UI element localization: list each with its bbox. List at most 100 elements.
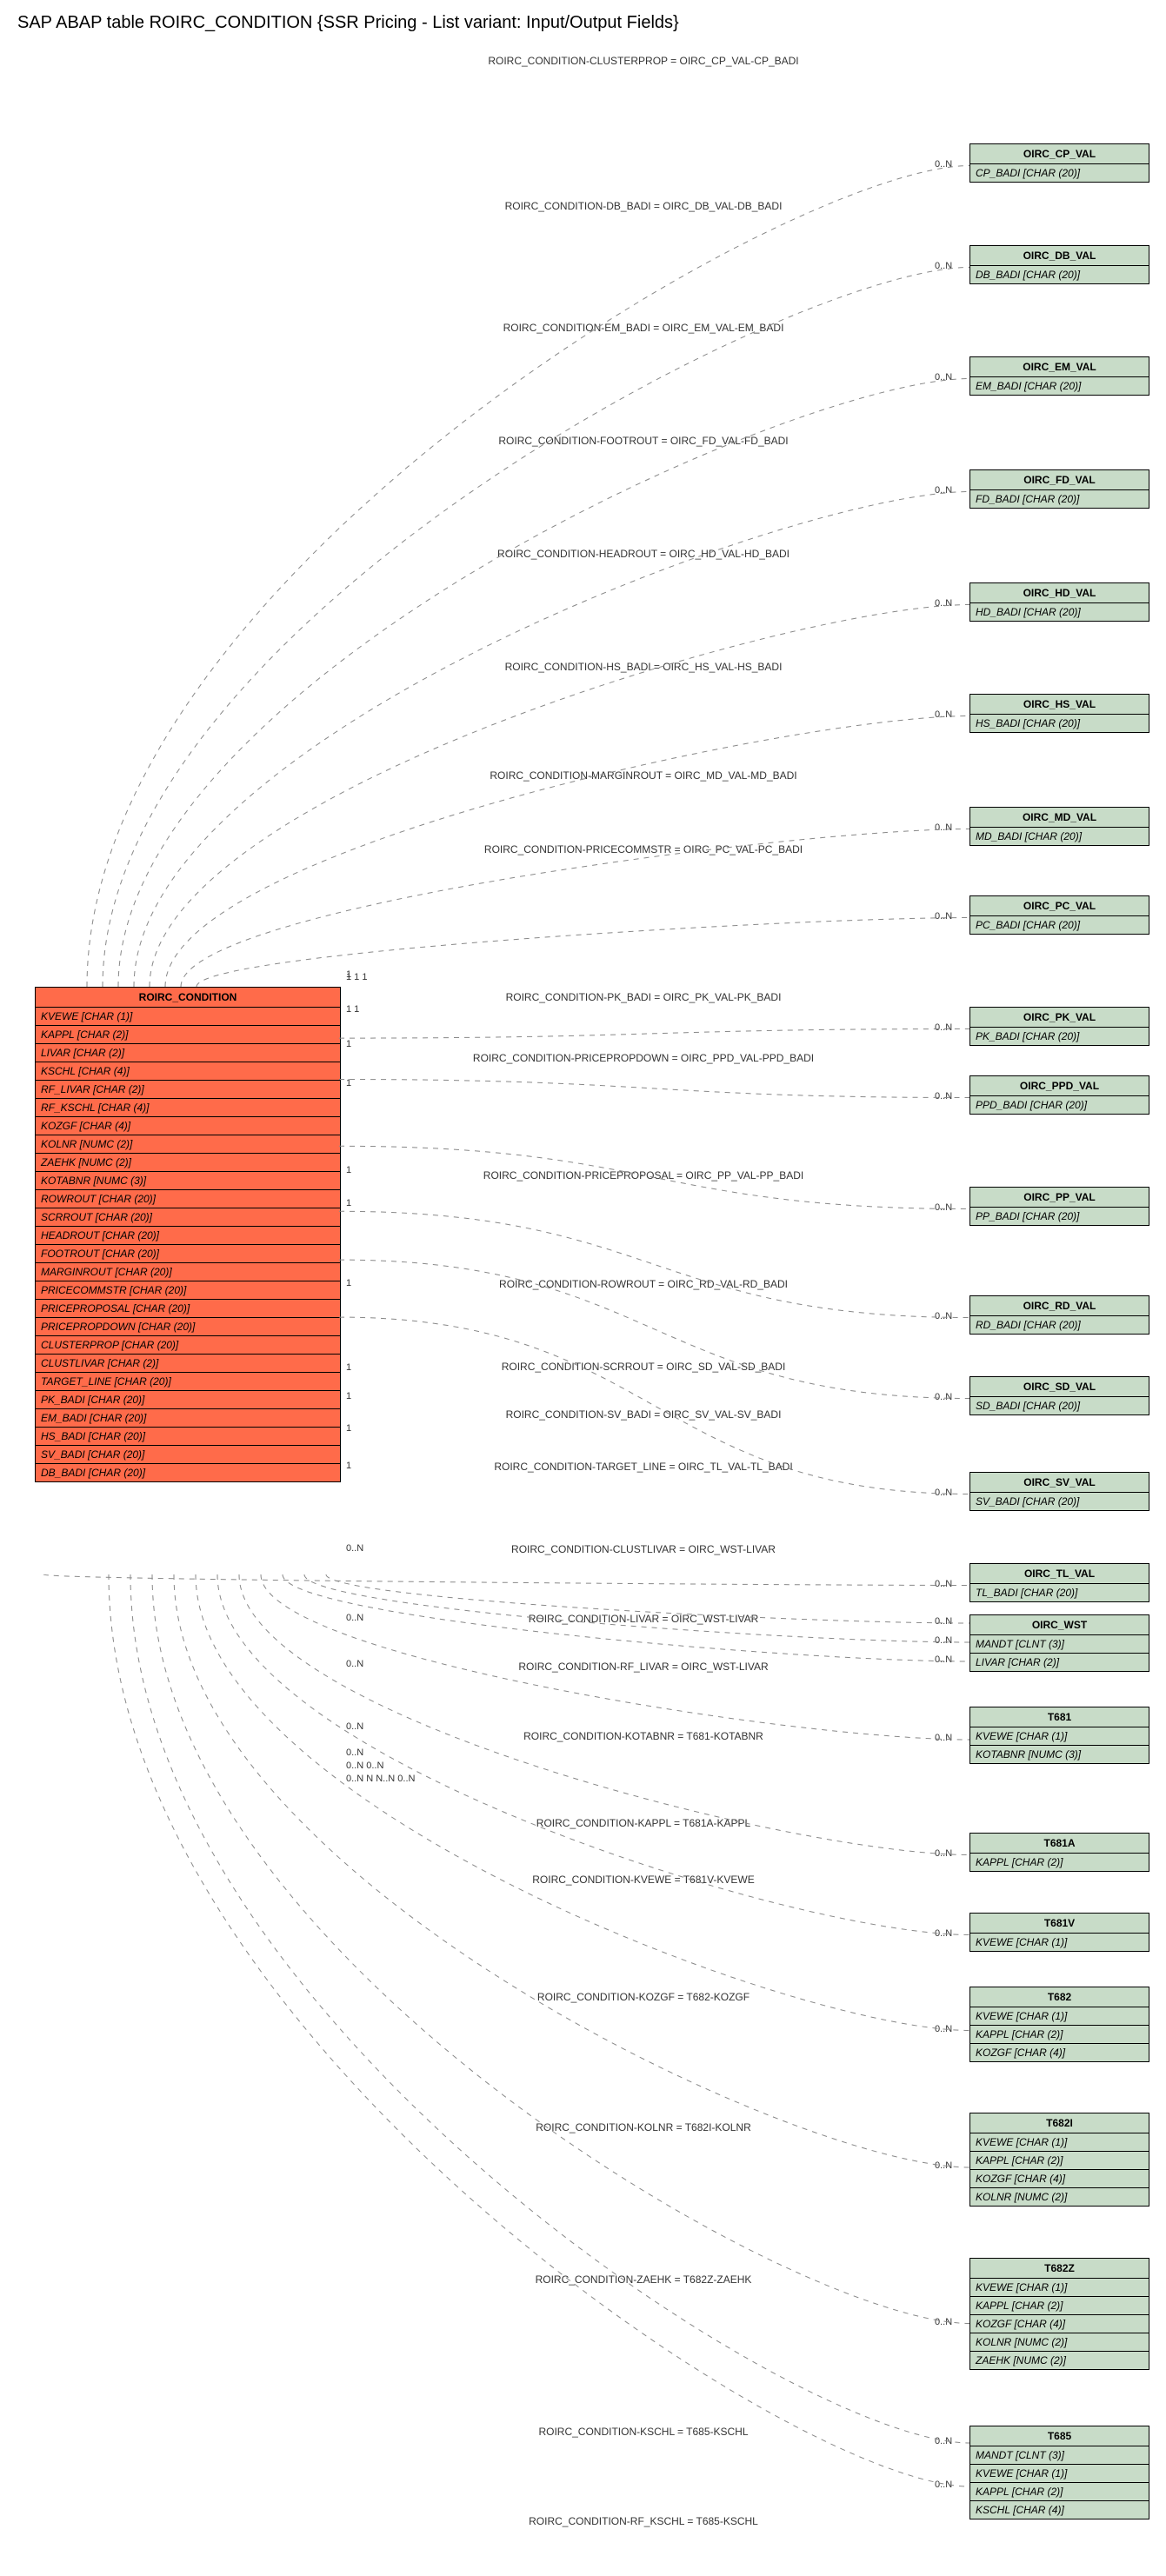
entity-field: KOZGF [CHAR (4)] xyxy=(970,2170,1149,2188)
edge-path xyxy=(103,268,969,988)
entity-header: T682Z xyxy=(970,2259,1149,2279)
entity-main-field: KOLNR [NUMC (2)] xyxy=(36,1135,340,1154)
cardinality-left: 1 xyxy=(346,1078,351,1088)
entity-field: MD_BADI [CHAR (20)] xyxy=(970,828,1149,845)
entity-main-field: CLUSTLIVAR [CHAR (2)] xyxy=(36,1355,340,1373)
cardinality-right: 0..N xyxy=(935,2160,952,2171)
cardinality-right: 0..N xyxy=(935,709,952,720)
edge-label: ROIRC_CONDITION-KAPPL = T681A-KAPPL xyxy=(536,1817,750,1829)
edge-label: ROIRC_CONDITION-SCRROUT = OIRC_SD_VAL-SD… xyxy=(502,1361,786,1373)
edge-label: ROIRC_CONDITION-KOTABNR = T681-KOTABNR xyxy=(523,1730,763,1742)
entity-field: SD_BADI [CHAR (20)] xyxy=(970,1397,1149,1414)
entity-main-field: SV_BADI [CHAR (20)] xyxy=(36,1446,340,1464)
entity-field: KVEWE [CHAR (1)] xyxy=(970,2279,1149,2297)
entity-header: T681V xyxy=(970,1914,1149,1934)
entity-header: OIRC_HD_VAL xyxy=(970,583,1149,603)
entity-field: KVEWE [CHAR (1)] xyxy=(970,2133,1149,2152)
entity-main-field: DB_BADI [CHAR (20)] xyxy=(36,1464,340,1481)
entity-header: T685 xyxy=(970,2426,1149,2446)
entity-field: KOLNR [NUMC (2)] xyxy=(970,2188,1149,2206)
cardinality-right: 0..N xyxy=(935,1733,952,1743)
cardinality-left: 1 xyxy=(346,1039,351,1049)
edge-path xyxy=(134,492,969,988)
edge-label: ROIRC_CONDITION-PK_BADI = OIRC_PK_VAL-PK… xyxy=(506,991,782,1003)
cardinality-right: 0..N xyxy=(935,1579,952,1589)
cardinality-left: 0..N N N..N 0..N xyxy=(346,1774,415,1784)
entity-field: KVEWE [CHAR (1)] xyxy=(970,1727,1149,1746)
entity-T685: T685MANDT [CLNT (3)]KVEWE [CHAR (1)]KAPP… xyxy=(969,2426,1149,2519)
entity-field: KAPPL [CHAR (2)] xyxy=(970,1854,1149,1871)
entity-OIRC_RD_VAL: OIRC_RD_VALRD_BADI [CHAR (20)] xyxy=(969,1295,1149,1335)
cardinality-left: 0..N xyxy=(346,1613,363,1623)
edge-label: ROIRC_CONDITION-MARGINROUT = OIRC_MD_VAL… xyxy=(490,769,796,782)
entity-header: T682 xyxy=(970,1987,1149,2007)
cardinality-left: 1 1 1 xyxy=(346,972,367,982)
cardinality-right: 0..N xyxy=(935,1635,952,1646)
entity-field: PK_BADI [CHAR (20)] xyxy=(970,1028,1149,1045)
entity-header: OIRC_RD_VAL xyxy=(970,1296,1149,1316)
entity-main-field: KVEWE [CHAR (1)] xyxy=(36,1008,340,1026)
cardinality-right: 0..N xyxy=(935,1311,952,1321)
edge-label: ROIRC_CONDITION-EM_BADI = OIRC_EM_VAL-EM… xyxy=(503,322,784,334)
entity-field: PC_BADI [CHAR (20)] xyxy=(970,916,1149,934)
entity-field: FD_BADI [CHAR (20)] xyxy=(970,490,1149,508)
edge-label: ROIRC_CONDITION-PRICECOMMSTR = OIRC_PC_V… xyxy=(484,843,803,855)
entity-main-field: ZAEHK [NUMC (2)] xyxy=(36,1154,340,1172)
entity-main-field: FOOTROUT [CHAR (20)] xyxy=(36,1245,340,1263)
entity-main-header: ROIRC_CONDITION xyxy=(36,988,340,1008)
entity-field: ZAEHK [NUMC (2)] xyxy=(970,2352,1149,2369)
edge-label: ROIRC_CONDITION-KSCHL = T685-KSCHL xyxy=(538,2426,748,2438)
cardinality-left: 1 xyxy=(346,1391,351,1401)
entity-T681A: T681AKAPPL [CHAR (2)] xyxy=(969,1833,1149,1872)
cardinality-right: 0..N xyxy=(935,2479,952,2490)
edge-label: ROIRC_CONDITION-ROWROUT = OIRC_RD_VAL-RD… xyxy=(499,1278,788,1290)
entity-OIRC_DB_VAL: OIRC_DB_VALDB_BADI [CHAR (20)] xyxy=(969,245,1149,284)
edge-path xyxy=(197,918,969,988)
edge-path xyxy=(118,379,969,988)
edge-path xyxy=(87,166,969,988)
entity-T681V: T681VKVEWE [CHAR (1)] xyxy=(969,1913,1149,1952)
entity-main-field: HEADROUT [CHAR (20)] xyxy=(36,1227,340,1245)
entity-field: LIVAR [CHAR (2)] xyxy=(970,1654,1149,1671)
cardinality-right: 0..N xyxy=(935,822,952,833)
entity-field: KVEWE [CHAR (1)] xyxy=(970,2465,1149,2483)
entity-header: OIRC_TL_VAL xyxy=(970,1564,1149,1584)
edge-label: ROIRC_CONDITION-KOZGF = T682-KOZGF xyxy=(537,1991,750,2003)
cardinality-left: 0..N xyxy=(346,1543,363,1554)
edge-label: ROIRC_CONDITION-KVEWE = T681V-KVEWE xyxy=(532,1874,755,1886)
edge-path xyxy=(109,1574,969,2486)
entity-main-field: HS_BADI [CHAR (20)] xyxy=(36,1428,340,1446)
entity-field: HS_BADI [CHAR (20)] xyxy=(970,715,1149,732)
entity-OIRC_SD_VAL: OIRC_SD_VALSD_BADI [CHAR (20)] xyxy=(969,1376,1149,1415)
cardinality-right: 0..N xyxy=(935,1488,952,1498)
cardinality-left: 1 1 xyxy=(346,1004,359,1015)
entity-main-field: PK_BADI [CHAR (20)] xyxy=(36,1391,340,1409)
edge-label: ROIRC_CONDITION-FOOTROUT = OIRC_FD_VAL-F… xyxy=(498,435,788,447)
cardinality-right: 0..N xyxy=(935,159,952,170)
entity-OIRC_FD_VAL: OIRC_FD_VALFD_BADI [CHAR (20)] xyxy=(969,469,1149,509)
entity-field: EM_BADI [CHAR (20)] xyxy=(970,377,1149,395)
entity-field: SV_BADI [CHAR (20)] xyxy=(970,1493,1149,1510)
entity-main-field: KOZGF [CHAR (4)] xyxy=(36,1117,340,1135)
edge-path xyxy=(196,1574,969,2031)
edge-path xyxy=(339,1080,969,1098)
entity-OIRC_WST: OIRC_WSTMANDT [CLNT (3)]LIVAR [CHAR (2)] xyxy=(969,1614,1149,1672)
entity-OIRC_SV_VAL: OIRC_SV_VALSV_BADI [CHAR (20)] xyxy=(969,1472,1149,1511)
entity-main-field: EM_BADI [CHAR (20)] xyxy=(36,1409,340,1428)
edge-path xyxy=(43,1574,969,1586)
entity-header: OIRC_EM_VAL xyxy=(970,357,1149,377)
cardinality-left: 1 xyxy=(346,1198,351,1208)
entity-field: KAPPL [CHAR (2)] xyxy=(970,2297,1149,2315)
cardinality-left: 0..N xyxy=(346,1747,363,1758)
entity-header: OIRC_SV_VAL xyxy=(970,1473,1149,1493)
cardinality-right: 0..N xyxy=(935,1654,952,1665)
cardinality-right: 0..N xyxy=(935,1091,952,1102)
entity-OIRC_PC_VAL: OIRC_PC_VALPC_BADI [CHAR (20)] xyxy=(969,895,1149,935)
cardinality-left: 1 xyxy=(346,1362,351,1373)
cardinality-right: 0..N xyxy=(935,372,952,383)
entity-header: OIRC_PP_VAL xyxy=(970,1188,1149,1208)
cardinality-right: 0..N xyxy=(935,1202,952,1213)
cardinality-right: 0..N xyxy=(935,1928,952,1939)
cardinality-right: 0..N xyxy=(935,1392,952,1402)
edge-label: ROIRC_CONDITION-SV_BADI = OIRC_SV_VAL-SV… xyxy=(506,1408,782,1421)
